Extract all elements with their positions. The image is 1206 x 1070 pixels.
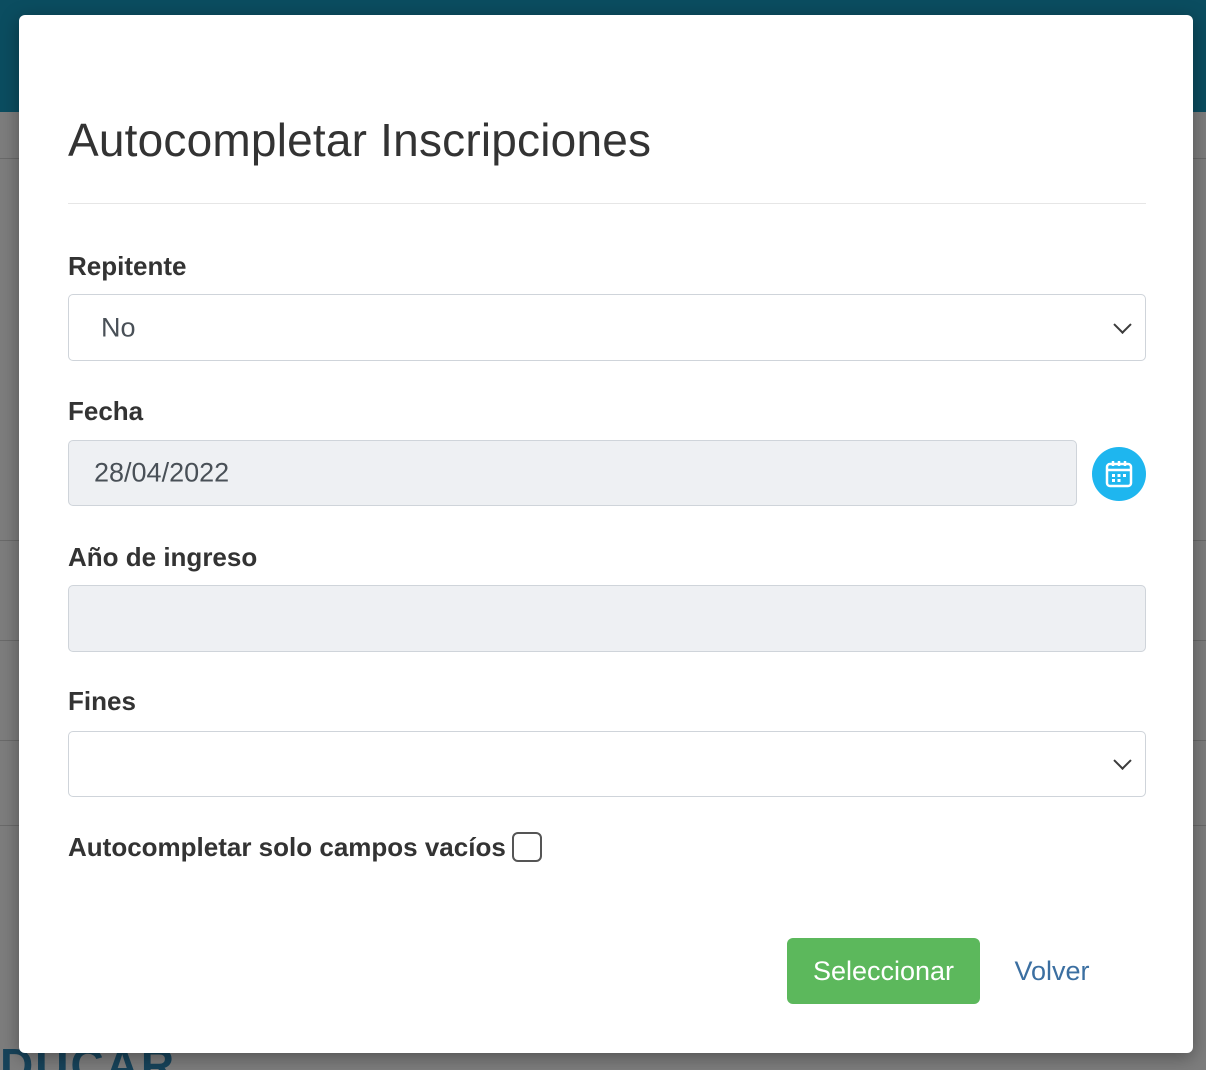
fecha-value: 28/04/2022 xyxy=(94,457,230,488)
anio-ingreso-input[interactable] xyxy=(68,585,1146,652)
modal-divider xyxy=(68,203,1146,204)
anio-ingreso-label: Año de ingreso xyxy=(68,542,258,572)
page-backdrop: DUCAR Autocompletar Inscripciones Repite… xyxy=(0,0,1206,1070)
fecha-input[interactable]: 28/04/2022 xyxy=(68,440,1077,506)
autocompletar-modal: Autocompletar Inscripciones Repitente No… xyxy=(19,15,1193,1053)
chevron-down-icon xyxy=(1113,751,1132,770)
solo-vacios-row: Autocompletar solo campos vacíos xyxy=(68,830,542,864)
repitente-select[interactable]: No xyxy=(68,294,1146,361)
calendar-button[interactable] xyxy=(1092,447,1146,501)
solo-vacios-label: Autocompletar solo campos vacíos xyxy=(68,831,506,862)
repitente-label: Repitente xyxy=(68,251,187,281)
modal-title: Autocompletar Inscripciones xyxy=(68,114,652,166)
fines-label: Fines xyxy=(68,686,136,716)
seleccionar-button[interactable]: Seleccionar xyxy=(787,938,980,1004)
volver-link[interactable]: Volver xyxy=(999,938,1105,1004)
repitente-selected-value: No xyxy=(101,312,136,342)
fines-select[interactable] xyxy=(68,731,1146,797)
solo-vacios-checkbox[interactable] xyxy=(511,832,542,862)
chevron-down-icon xyxy=(1113,315,1132,334)
fecha-label: Fecha xyxy=(68,396,144,426)
calendar-icon xyxy=(1105,461,1133,488)
